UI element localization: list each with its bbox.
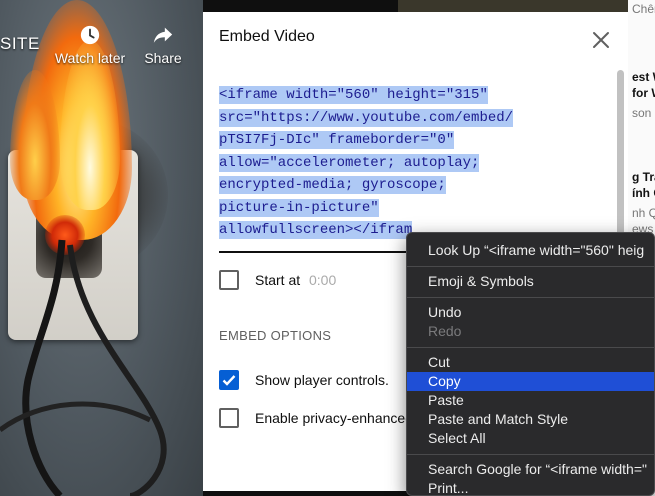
related-text[interactable]: Chênh Vênh xyxy=(632,2,655,16)
related-text: nh Qu xyxy=(632,206,655,220)
menu-item-paste[interactable]: Paste xyxy=(407,391,654,410)
menu-item-look-up[interactable]: Look Up “<iframe width="560" heig xyxy=(407,241,654,260)
video-title-fragment: SITE xyxy=(0,34,40,53)
embed-options-heading: EMBED OPTIONS xyxy=(219,328,332,343)
menu-separator xyxy=(407,297,654,298)
clock-icon xyxy=(52,24,128,50)
menu-item-cut[interactable]: Cut xyxy=(407,353,654,372)
selected-text: allowfullscreen></ifram xyxy=(219,221,413,239)
related-thumbnail[interactable] xyxy=(398,0,655,12)
menu-item-search-google[interactable]: Search Google for “<iframe width=" xyxy=(407,460,654,479)
menu-separator xyxy=(407,454,654,455)
share-icon xyxy=(142,24,184,50)
privacy-enhanced-label: Enable privacy-enhanced xyxy=(255,410,413,426)
related-text[interactable]: for W xyxy=(632,86,655,100)
start-at-time-input[interactable]: 0:00 xyxy=(309,272,336,288)
textarea-focus-underline xyxy=(219,251,419,253)
video-player[interactable]: SITE Watch later Share xyxy=(0,0,203,496)
embed-code-line: <iframe width="560" height="315" xyxy=(219,84,599,107)
embed-code-line: picture-in-picture" xyxy=(219,197,599,220)
screen: SITE Watch later Share Chênh Vênh est W … xyxy=(0,0,655,496)
show-player-controls-label: Show player controls. xyxy=(255,372,389,388)
embed-code-line: src="https://www.youtube.com/embed/ xyxy=(219,107,599,130)
related-text[interactable]: est W xyxy=(632,70,655,84)
menu-separator xyxy=(407,347,654,348)
related-text[interactable]: ính C xyxy=(632,186,655,200)
scrollbar-thumb[interactable] xyxy=(617,70,624,240)
related-text: son xyxy=(632,106,652,120)
embed-code-text[interactable]: <iframe width="560" height="315" src="htt… xyxy=(219,84,599,242)
share-button[interactable]: Share xyxy=(142,24,184,66)
dialog-title: Embed Video xyxy=(219,28,315,45)
selected-text: <iframe width="560" height="315" xyxy=(219,86,488,104)
show-player-controls-checkbox[interactable] xyxy=(219,370,239,390)
selected-text: encrypted-media; gyroscope; xyxy=(219,176,446,194)
selected-text: picture-in-picture" xyxy=(219,198,379,217)
menu-item-print[interactable]: Print... xyxy=(407,479,654,495)
menu-item-select-all[interactable]: Select All xyxy=(407,429,654,448)
menu-item-emoji-symbols[interactable]: Emoji & Symbols xyxy=(407,272,654,291)
share-label: Share xyxy=(144,50,182,66)
dialog-scrollbar[interactable] xyxy=(615,70,625,250)
embed-code-textarea[interactable]: <iframe width="560" height="315" src="htt… xyxy=(219,84,599,252)
menu-separator xyxy=(407,266,654,267)
privacy-enhanced-checkbox[interactable] xyxy=(219,408,239,428)
watch-later-label: Watch later xyxy=(54,50,126,66)
related-text[interactable]: g Tra xyxy=(632,170,655,184)
context-menu: Look Up “<iframe width="560" heig Emoji … xyxy=(406,232,655,496)
menu-item-redo: Redo xyxy=(428,323,462,339)
selected-text: pTSI7Fj-DIc" frameborder="0" xyxy=(219,131,455,149)
embed-code-line: encrypted-media; gyroscope; xyxy=(219,174,599,197)
selected-text: src="https://www.youtube.com/embed/ xyxy=(219,108,514,127)
selected-text: allow="accelerometer; autoplay; xyxy=(219,153,480,172)
menu-item-paste-match-style[interactable]: Paste and Match Style xyxy=(407,410,654,429)
menu-item-undo[interactable]: Undo xyxy=(407,303,654,322)
menu-item-copy[interactable]: Copy xyxy=(407,372,654,391)
checkmark-icon xyxy=(222,375,236,386)
embed-code-line: allow="accelerometer; autoplay; xyxy=(219,152,599,175)
embed-code-line: pTSI7Fj-DIc" frameborder="0" xyxy=(219,129,599,152)
power-cord xyxy=(0,239,167,496)
start-at-checkbox[interactable] xyxy=(219,270,239,290)
close-icon[interactable] xyxy=(589,28,613,52)
watch-later-button[interactable]: Watch later xyxy=(52,24,128,66)
start-at-label: Start at xyxy=(255,272,301,288)
